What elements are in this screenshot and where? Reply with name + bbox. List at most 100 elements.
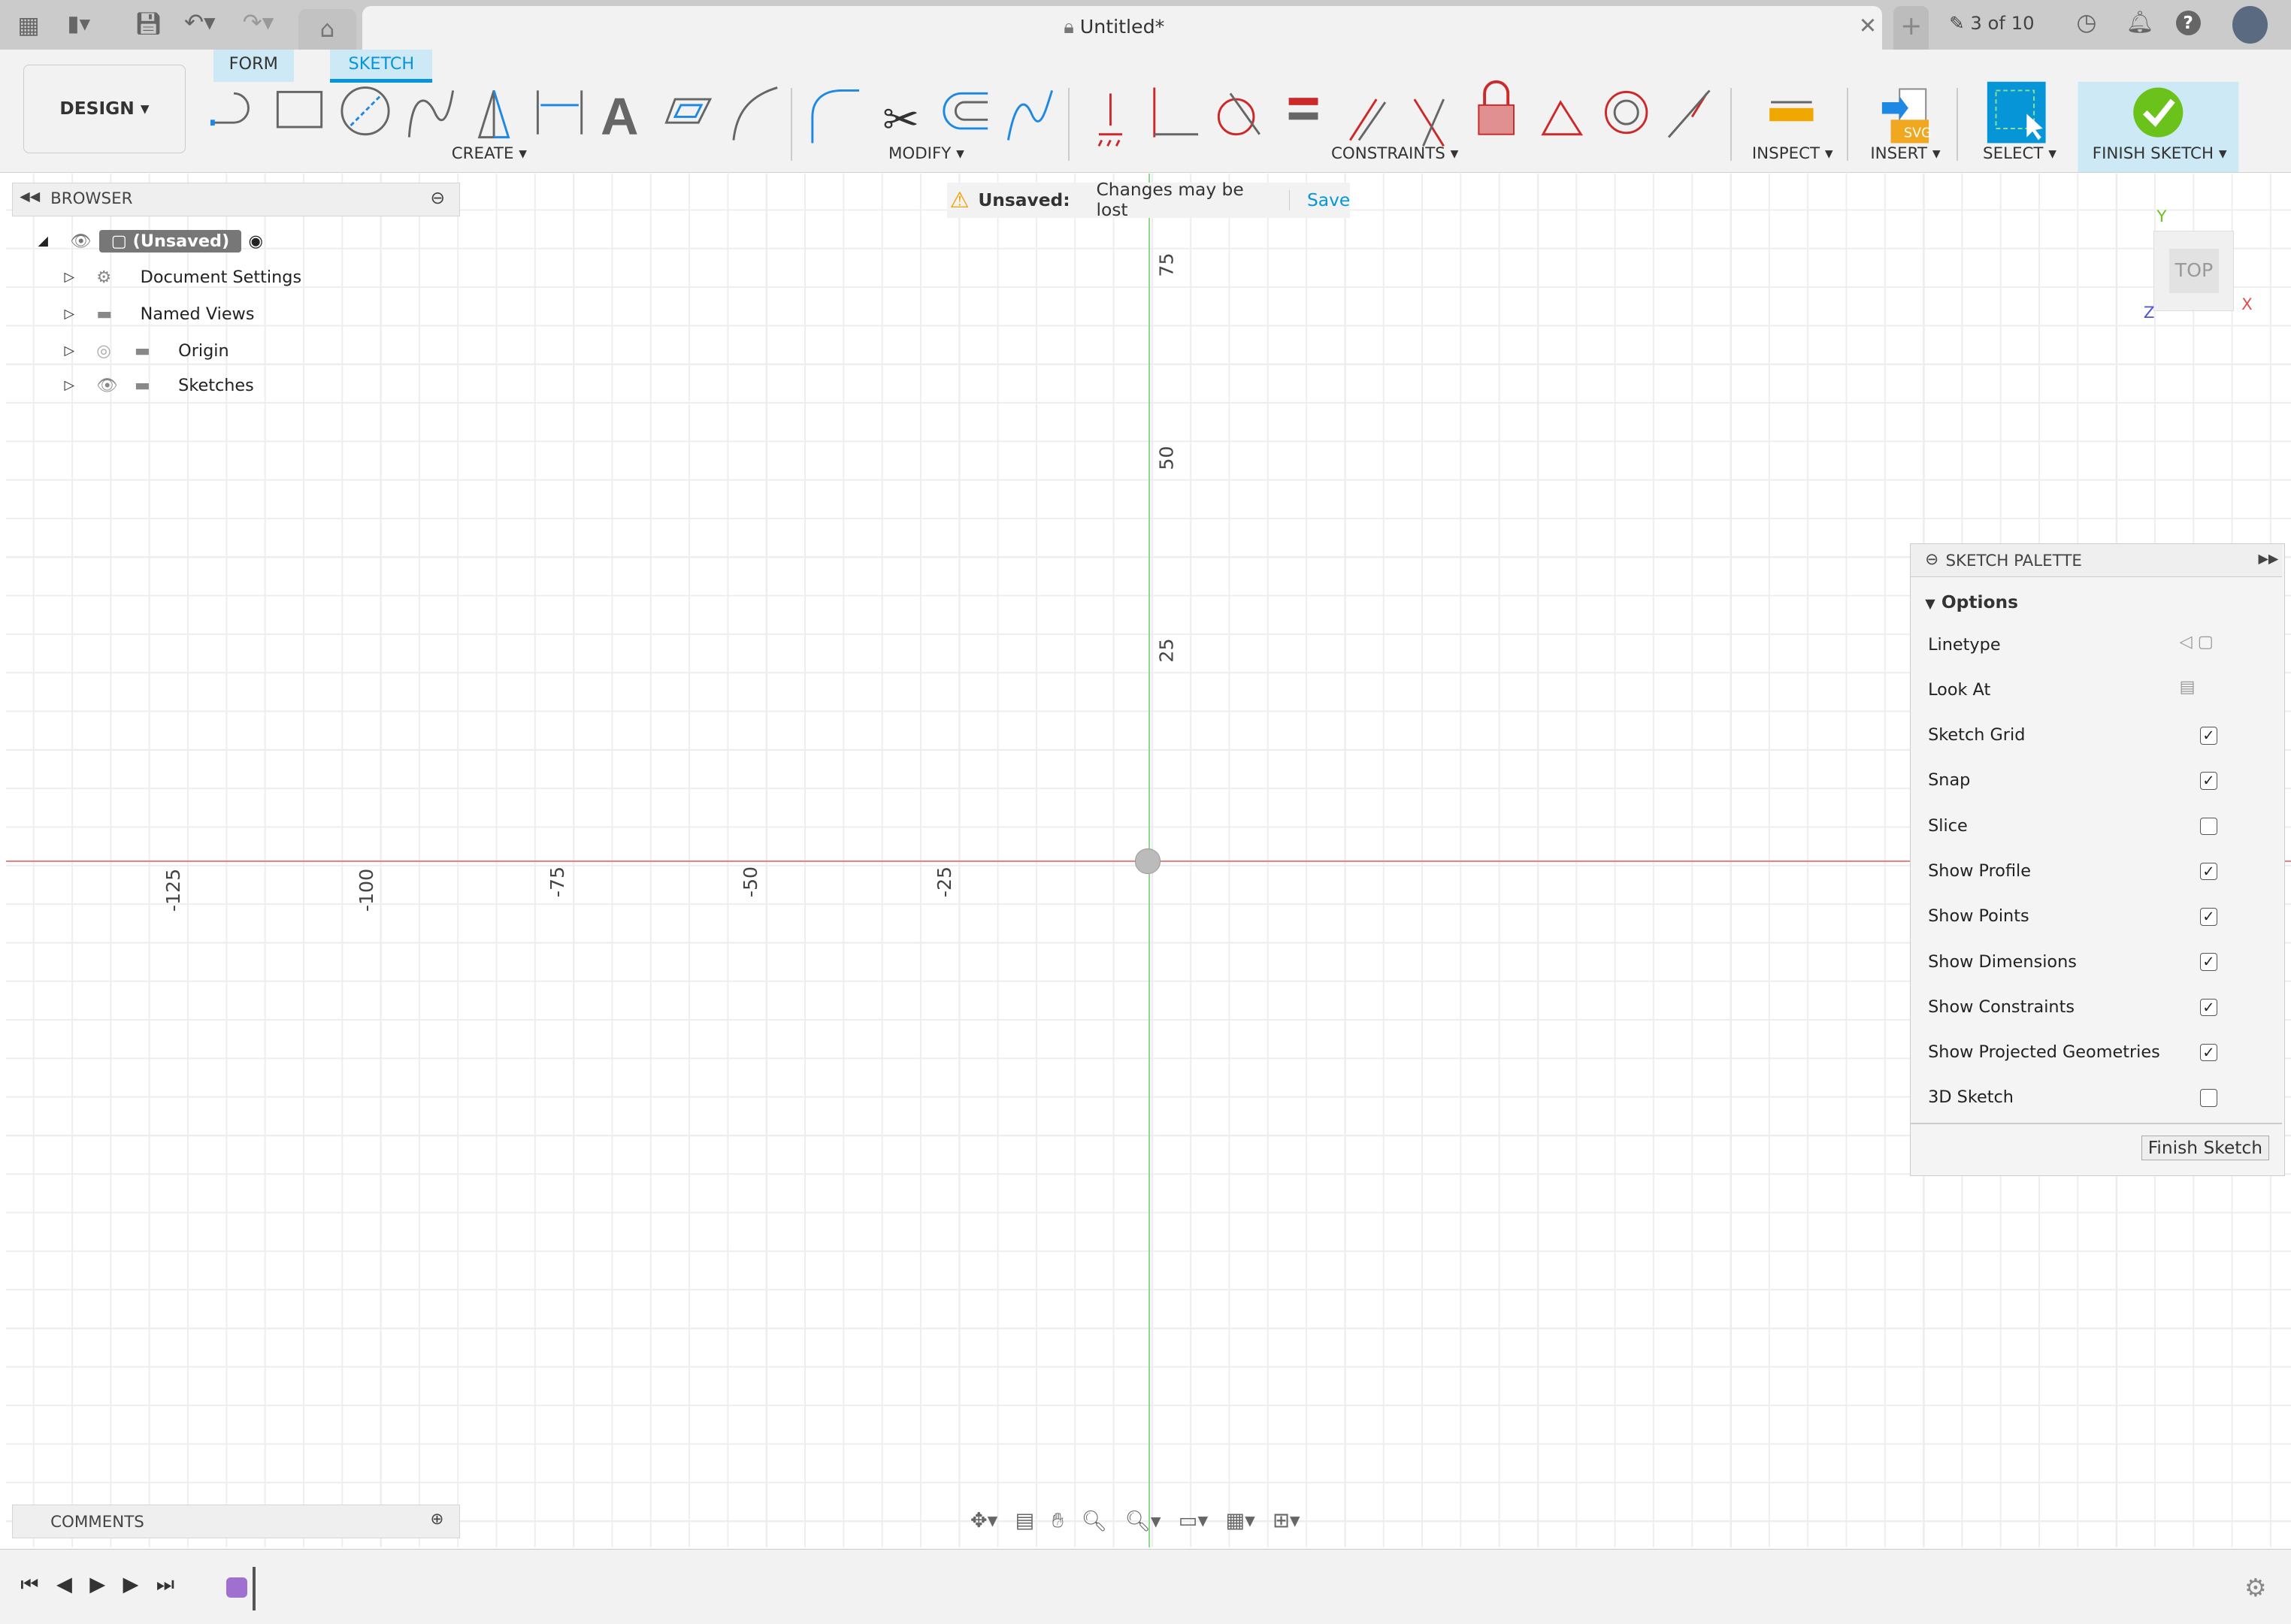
text-tool-icon[interactable]: A (601, 87, 639, 146)
close-tab-icon[interactable]: ✕ (1859, 13, 1877, 38)
eye-hidden-icon[interactable]: ◎ (96, 341, 135, 361)
step-forward-icon[interactable]: ▶︎ (123, 1573, 138, 1597)
look-at-icon[interactable]: ▤ (2179, 677, 2195, 697)
orbit-icon[interactable]: ✥▾ (970, 1509, 997, 1532)
palette-minimize-icon[interactable]: ⊖ (1925, 550, 1938, 569)
expand-icon[interactable]: ▷ (65, 307, 97, 322)
new-tab-button[interactable]: + (1893, 5, 1929, 50)
checkbox[interactable] (2199, 1089, 2218, 1107)
project-tool-icon[interactable] (664, 98, 713, 124)
help-icon[interactable]: ? (2175, 10, 2201, 35)
viewports-icon[interactable]: ⊞▾ (1273, 1509, 1300, 1532)
undo-icon[interactable]: ↶▾ (184, 9, 216, 36)
inspect-menu[interactable]: INSPECT ▾ (1752, 144, 1833, 163)
linetype-icon[interactable]: ◁ ▢ (2179, 632, 2213, 652)
step-back-icon[interactable]: ◀︎ (56, 1573, 72, 1597)
finish-sketch-menu[interactable]: FINISH SKETCH ▾ (2093, 144, 2227, 163)
insert-menu[interactable]: INSERT ▾ (1870, 144, 1940, 163)
checkbox[interactable]: ✓ (2199, 998, 2218, 1017)
spline-tool-icon[interactable] (407, 90, 455, 138)
fillet-tool-icon[interactable] (811, 89, 860, 144)
look-at-icon[interactable]: ▤ (1015, 1509, 1035, 1532)
mirror-tool-icon[interactable] (477, 90, 510, 139)
equal-triangle-constraint-icon[interactable] (1541, 100, 1584, 136)
activate-radio-icon[interactable]: ◉ (248, 231, 263, 251)
document-tab[interactable]: 🔒︎ Untitled* ✕ (362, 5, 1882, 50)
select-menu[interactable]: SELECT ▾ (1983, 144, 2056, 163)
tangent-constraint-icon[interactable] (1217, 98, 1255, 136)
zoom-icon[interactable]: 🔍︎ (1081, 1509, 1107, 1533)
gear-icon[interactable]: ⚙ (2244, 1573, 2267, 1602)
clock-icon[interactable]: ◷ (2076, 9, 2096, 36)
file-menu-icon[interactable]: ▮▾ (67, 11, 90, 36)
fix-constraint-icon[interactable] (1478, 80, 1515, 135)
save-icon[interactable]: 💾︎ (135, 11, 162, 37)
checkbox[interactable]: ✓ (2199, 727, 2218, 745)
finish-sketch-check-icon[interactable] (2133, 87, 2184, 138)
view-cube[interactable]: TOP (2153, 231, 2235, 312)
create-menu[interactable]: CREATE ▾ (452, 144, 527, 163)
modify-menu[interactable]: MODIFY ▾ (888, 144, 964, 163)
expand-icon[interactable]: ▷ (65, 378, 97, 393)
checkbox[interactable] (2199, 817, 2218, 836)
tree-item-origin[interactable]: ▷ ◎ ▬ Origin (65, 336, 229, 365)
concentric-constraint-icon[interactable] (1604, 91, 1648, 135)
conic-arc-tool-icon[interactable] (732, 86, 778, 141)
timeline-marker[interactable] (253, 1566, 256, 1611)
comments-panel-header: COMMENTS ⊕ (11, 1505, 461, 1539)
perpendicular-constraint-icon[interactable] (1413, 98, 1445, 147)
job-status[interactable]: ✎ 3 of 10 (1949, 12, 2034, 34)
display-settings-icon[interactable]: ▭▾ (1179, 1509, 1208, 1532)
checkbox[interactable]: ✓ (2199, 862, 2218, 881)
dimension-tool-icon[interactable] (536, 90, 583, 135)
tree-item-sketches[interactable]: ▷ 👁︎ ▬ Sketches (65, 371, 254, 401)
play-icon[interactable]: ▶︎ (89, 1573, 105, 1597)
offset-tool-icon[interactable] (943, 92, 988, 130)
origin-point[interactable] (1135, 848, 1161, 874)
checkbox[interactable]: ✓ (2199, 772, 2218, 790)
circle-tool-icon[interactable] (340, 86, 390, 136)
equal-constraint-icon[interactable] (1288, 98, 1318, 120)
root-component[interactable]: ▢ (Unsaved) (99, 229, 241, 253)
save-button[interactable]: Save (1288, 189, 1350, 210)
line-tool-icon[interactable] (210, 92, 250, 126)
eye-icon[interactable]: 👁︎ (96, 376, 135, 395)
constraints-menu[interactable]: CONSTRAINTS ▾ (1331, 144, 1458, 163)
avatar[interactable] (2232, 5, 2268, 44)
bell-icon[interactable]: 🔔︎ (2126, 9, 2154, 35)
apps-grid-icon[interactable]: ▦ (17, 12, 39, 39)
browser-minimize-icon[interactable]: ⊖ (431, 188, 446, 208)
select-tool-icon[interactable] (1987, 81, 2046, 144)
tree-root[interactable]: ◢ 👁︎ ▢ (Unsaved) ◉ (38, 226, 263, 256)
horizontal-vertical-constraint-icon[interactable] (1097, 93, 1122, 147)
eye-icon[interactable]: 👁︎ (70, 231, 99, 251)
tree-item-named-views[interactable]: ▷ ▬ Named Views (65, 300, 255, 329)
add-comment-icon[interactable]: ⊕ (431, 1510, 444, 1529)
checkbox[interactable]: ✓ (2199, 1043, 2218, 1062)
options-section[interactable]: ▼ Options (1925, 592, 2018, 612)
zoom-window-icon[interactable]: 🔍︎▾ (1124, 1509, 1161, 1533)
collapse-icon[interactable]: ◢ (38, 234, 71, 249)
root-label: (Unsaved) (132, 231, 230, 251)
timeline-sketch-icon[interactable] (226, 1577, 247, 1598)
view-cube-top[interactable]: TOP (2168, 249, 2219, 293)
go-to-end-icon[interactable]: ⏭ (156, 1573, 174, 1597)
collapse-browser-icon[interactable]: ◀◀ (20, 189, 40, 204)
pan-icon[interactable]: ✋︎ (1052, 1509, 1064, 1533)
checkbox[interactable]: ✓ (2199, 908, 2218, 926)
expand-icon[interactable]: ▷ (65, 343, 97, 358)
grid-settings-icon[interactable]: ▦▾ (1225, 1509, 1254, 1532)
insert-svg-icon[interactable]: SVG (1881, 88, 1932, 144)
measure-icon[interactable] (1769, 101, 1814, 122)
go-to-start-icon[interactable]: ⏮ (20, 1573, 38, 1597)
home-icon[interactable]: ⌂ (298, 8, 357, 50)
redo-icon[interactable]: ↷▾ (243, 9, 274, 36)
expand-palette-icon[interactable]: ▶▶ (2258, 552, 2278, 567)
expand-icon[interactable]: ▷ (65, 270, 97, 285)
sketch-spline-modify-icon[interactable] (1006, 90, 1054, 141)
trim-tool-icon[interactable]: ✂ (882, 94, 919, 145)
tree-item-document-settings[interactable]: ▷ ⚙ Document Settings (65, 263, 302, 292)
rectangle-tool-icon[interactable] (276, 91, 323, 129)
checkbox[interactable]: ✓ (2199, 953, 2218, 971)
finish-sketch-button[interactable]: Finish Sketch (2141, 1136, 2269, 1161)
